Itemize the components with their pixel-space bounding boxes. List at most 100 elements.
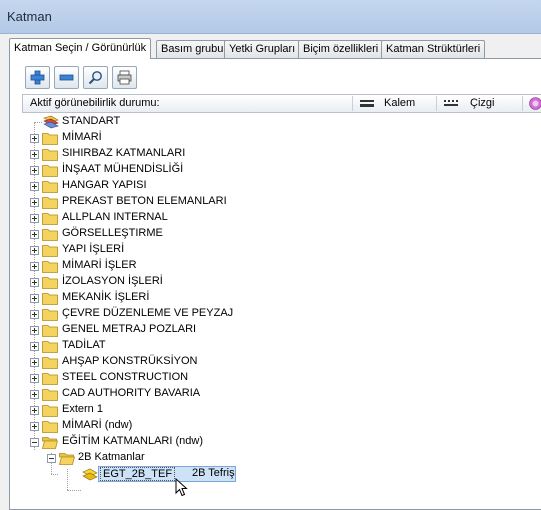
tree-item-label: AHŞAP KONSTRÜKSİYON: [62, 355, 198, 367]
tab-katman-strukturleri[interactable]: Katman Strüktürleri: [381, 40, 485, 58]
tree-item-folder[interactable]: PREKAST BETON ELEMANLARI: [10, 194, 541, 210]
search-layer-button[interactable]: [83, 66, 108, 89]
tree-item-folder[interactable]: SIHIRBAZ KATMANLARI: [10, 146, 541, 162]
tree-item-folder[interactable]: STEEL CONSTRUCTION: [10, 370, 541, 386]
tree-item-label: EGT_2B_TEF: [100, 467, 175, 481]
expand-toggle[interactable]: [30, 422, 39, 431]
tree-item-label: MİMARİ (ndw): [62, 419, 132, 431]
expand-toggle[interactable]: [30, 342, 39, 351]
tree-item-label: EĞİTİM KATMANLARI (ndw): [62, 435, 203, 447]
tab-katman-secin[interactable]: Katman Seçin / Görünürlük: [9, 38, 151, 59]
color-wheel-icon: [529, 97, 541, 110]
tree-item-folder[interactable]: ALLPLAN INTERNAL: [10, 210, 541, 226]
minus-icon: [59, 70, 74, 85]
tree-item-label: STANDART: [62, 115, 120, 127]
collapse-toggle[interactable]: [30, 438, 39, 447]
folder-icon: [42, 355, 58, 369]
print-layer-button[interactable]: [112, 66, 137, 89]
expand-toggle[interactable]: [30, 278, 39, 287]
tree-item-folder[interactable]: TADİLAT: [10, 338, 541, 354]
tree-item-label: PREKAST BETON ELEMANLARI: [62, 195, 227, 207]
tree-item-folder[interactable]: İNŞAAT MÜHENDİSLİĞİ: [10, 162, 541, 178]
folder-icon: [42, 371, 58, 385]
printer-icon: [117, 70, 132, 85]
tree-item-folder-expanded[interactable]: EĞİTİM KATMANLARI (ndw): [10, 434, 541, 450]
expand-toggle[interactable]: [30, 326, 39, 335]
expand-toggle[interactable]: [30, 310, 39, 319]
standard-layer-icon: [43, 115, 59, 129]
plus-icon: [30, 70, 45, 85]
folder-icon: [42, 339, 58, 353]
expand-toggle[interactable]: [30, 294, 39, 303]
tree-item-folder[interactable]: Extern 1: [10, 402, 541, 418]
tree-item-folder[interactable]: MİMARİ: [10, 130, 541, 146]
line-type-icon: [444, 99, 458, 108]
folder-icon: [42, 307, 58, 321]
tab-yetki-gruplari[interactable]: Yetki Grupları: [224, 40, 300, 58]
tree-item-folder[interactable]: YAPI İŞLERİ: [10, 242, 541, 258]
expand-toggle[interactable]: [30, 406, 39, 415]
tree-item-folder[interactable]: AHŞAP KONSTRÜKSİYON: [10, 354, 541, 370]
layer-icon: [82, 467, 98, 481]
folder-icon: [42, 131, 58, 145]
tree-item-folder[interactable]: MEKANİK İŞLERİ: [10, 290, 541, 306]
tab-strip: Katman Seçin / Görünürlük Basım grubu Ye…: [9, 38, 541, 58]
tree-item-folder[interactable]: İZOLASYON İŞLERİ: [10, 274, 541, 290]
tree-item-layer-selected[interactable]: EGT_2B_TEF 2B Tefriş: [10, 466, 541, 482]
column-header: Aktif görünebilirlik durumu: Kalem Çizgi: [22, 94, 541, 113]
folder-icon: [42, 259, 58, 273]
tree-item-label: İZOLASYON İŞLERİ: [62, 275, 163, 287]
tree-item-label: HANGAR YAPISI: [62, 179, 147, 191]
layer-tree: STANDART MİMARİ SIHIRBAZ KATMANLARI İNŞA…: [10, 113, 541, 509]
visibility-column-header[interactable]: Aktif görünebilirlik durumu:: [30, 97, 160, 109]
folder-icon: [42, 227, 58, 241]
expand-toggle[interactable]: [30, 390, 39, 399]
tree-item-folder[interactable]: GÖRSELLEŞTIRME: [10, 226, 541, 242]
open-folder-icon: [42, 435, 58, 449]
layer-description: 2B Tefriş: [192, 467, 235, 479]
tab-bicim-ozellikleri[interactable]: Biçim özellikleri: [298, 40, 383, 58]
tree-item-folder[interactable]: HANGAR YAPISI: [10, 178, 541, 194]
expand-toggle[interactable]: [30, 150, 39, 159]
column-divider[interactable]: [436, 96, 437, 111]
tree-item-label: GÖRSELLEŞTIRME: [62, 227, 163, 239]
folder-icon: [42, 291, 58, 305]
folder-icon: [42, 403, 58, 417]
collapse-toggle[interactable]: [47, 454, 56, 463]
pen-column-header[interactable]: Kalem: [384, 97, 415, 109]
folder-icon: [42, 323, 58, 337]
expand-toggle[interactable]: [30, 262, 39, 271]
tree-item-label: ALLPLAN INTERNAL: [62, 211, 168, 223]
tree-item-folder[interactable]: MİMARİ (ndw): [10, 418, 541, 434]
expand-toggle[interactable]: [30, 374, 39, 383]
add-layer-button[interactable]: [25, 66, 50, 89]
tree-item-label: Extern 1: [62, 403, 103, 415]
column-divider[interactable]: [352, 96, 353, 111]
remove-layer-button[interactable]: [54, 66, 79, 89]
tree-item-label: İNŞAAT MÜHENDİSLİĞİ: [62, 163, 183, 175]
expand-toggle[interactable]: [30, 198, 39, 207]
folder-icon: [42, 147, 58, 161]
expand-toggle[interactable]: [30, 230, 39, 239]
tree-item-folder[interactable]: MİMARİ İŞLER: [10, 258, 541, 274]
tree-item-folder[interactable]: ÇEVRE DÜZENLEME VE PEYZAJ: [10, 306, 541, 322]
tree-item-label: CAD AUTHORITY BAVARIA: [62, 387, 200, 399]
tab-basim-grubu[interactable]: Basım grubu: [156, 40, 228, 58]
column-divider[interactable]: [522, 96, 523, 111]
tree-item-subfolder-expanded[interactable]: 2B Katmanlar: [10, 450, 541, 466]
tree-item-label: MEKANİK İŞLERİ: [62, 291, 149, 303]
expand-toggle[interactable]: [30, 134, 39, 143]
expand-toggle[interactable]: [30, 358, 39, 367]
tree-item-folder[interactable]: CAD AUTHORITY BAVARIA: [10, 386, 541, 402]
expand-toggle[interactable]: [30, 166, 39, 175]
expand-toggle[interactable]: [30, 182, 39, 191]
line-column-header[interactable]: Çizgi: [470, 97, 494, 109]
tree-item-label: STEEL CONSTRUCTION: [62, 371, 188, 383]
tree-item-folder[interactable]: GENEL METRAJ POZLARI: [10, 322, 541, 338]
tree-item-label: SIHIRBAZ KATMANLARI: [62, 147, 185, 159]
tree-item-standart[interactable]: STANDART: [10, 114, 541, 130]
expand-toggle[interactable]: [30, 214, 39, 223]
folder-icon: [42, 243, 58, 257]
folder-icon: [42, 419, 58, 433]
expand-toggle[interactable]: [30, 246, 39, 255]
